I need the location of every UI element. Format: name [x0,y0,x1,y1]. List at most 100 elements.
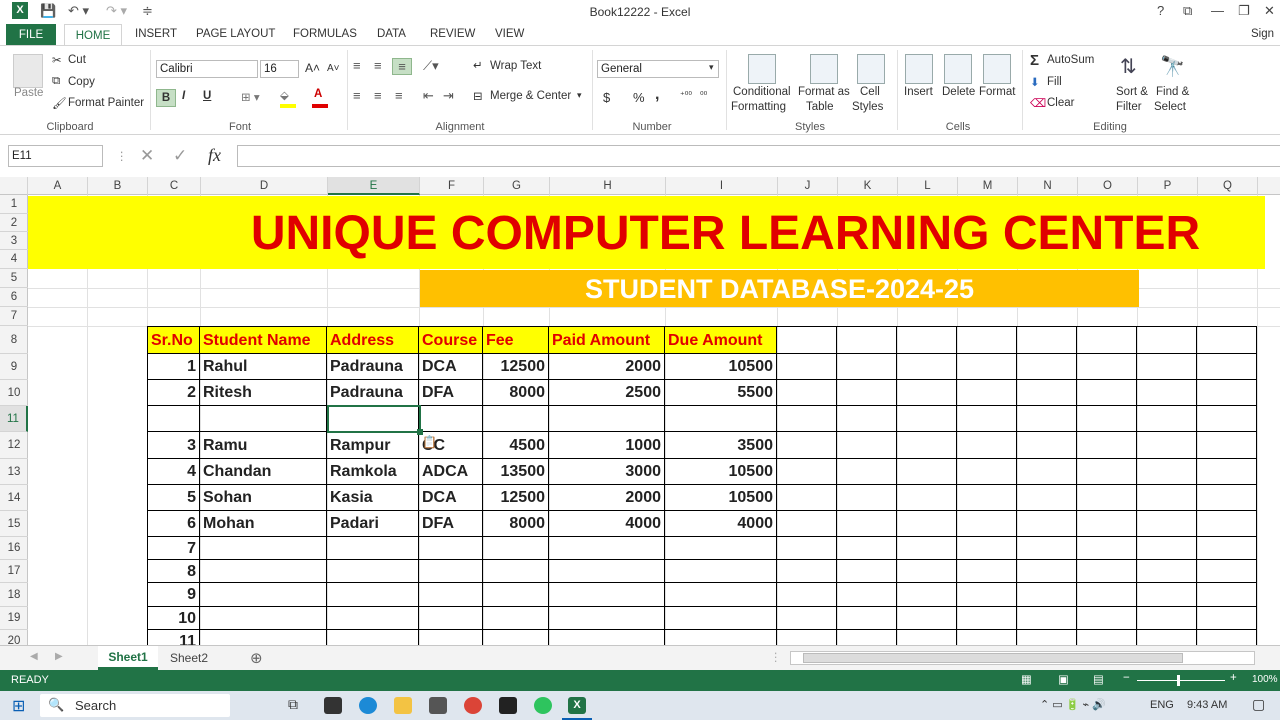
table-cell[interactable] [483,630,549,645]
formula-input[interactable] [237,145,1280,167]
find-select-button[interactable]: Find & [1156,86,1189,98]
cell-styles-button[interactable]: Cell [860,86,880,98]
mail-icon[interactable] [429,697,447,714]
grid-cell[interactable] [777,485,837,511]
borders-icon[interactable]: ⊞ ▾ [241,90,260,104]
table-cell[interactable]: 1 [147,354,200,380]
grid-cell[interactable] [957,560,1017,583]
close-icon[interactable]: ✕ [1264,3,1275,19]
tab-page-layout[interactable]: PAGE LAYOUT [196,28,275,40]
sign-in-link[interactable]: Sign [1251,28,1274,40]
grid-cell[interactable] [837,560,897,583]
merge-center-button[interactable]: Merge & Center [490,90,571,102]
grid-cell[interactable] [837,630,897,645]
delete-cells-icon[interactable] [944,54,972,84]
grid-cell[interactable] [1197,630,1257,645]
grid-cell[interactable] [1137,380,1197,406]
language-indicator[interactable]: ENG [1150,699,1174,711]
table-cell[interactable]: 10500 [665,485,777,511]
column-header[interactable]: J [778,177,838,195]
column-header[interactable]: N [1018,177,1078,195]
grid-cell[interactable] [1077,511,1137,537]
table-cell[interactable] [200,583,327,607]
table-cell[interactable] [419,406,483,432]
table-cell[interactable]: 8 [147,560,200,583]
grid-cell[interactable] [1017,354,1077,380]
grid-cell[interactable] [957,432,1017,459]
row-header[interactable]: 9 [0,354,28,380]
table-cell[interactable]: Padrauna [327,380,419,406]
grid-cell[interactable] [1197,583,1257,607]
comma-button[interactable]: , [655,86,659,104]
grid-cell[interactable] [897,432,957,459]
grid-cell[interactable] [1197,354,1257,380]
table-cell[interactable]: 2500 [549,380,665,406]
grid-cell[interactable] [897,607,957,630]
table-cell[interactable] [665,607,777,630]
table-cell[interactable] [419,607,483,630]
grid-cell[interactable] [777,354,837,380]
table-header-cell[interactable]: Paid Amount [549,326,665,354]
table-cell[interactable] [419,537,483,560]
grid-cell[interactable] [777,630,837,645]
task-view-icon[interactable]: ⧉ [288,696,298,713]
grid-cell[interactable] [1077,537,1137,560]
grid-cell[interactable] [837,354,897,380]
taskbar-search[interactable]: 🔍 Search [40,694,230,717]
sort-filter-button[interactable]: Sort & [1116,86,1148,98]
grid-cell[interactable] [897,560,957,583]
tab-insert[interactable]: INSERT [135,28,177,40]
name-box[interactable]: E11 [8,145,103,167]
row-header[interactable]: 3 [0,232,28,250]
grid-cell[interactable] [1197,511,1257,537]
row-header-selected[interactable]: 11 [0,406,28,432]
tab-view[interactable]: VIEW [495,28,524,40]
format-as-table-icon[interactable] [810,54,838,84]
grid-cell[interactable] [897,380,957,406]
zoom-out-icon[interactable]: − [1123,672,1130,684]
row-header[interactable]: 18 [0,583,28,607]
grid-cell[interactable] [1077,406,1137,432]
table-cell[interactable]: 8000 [483,380,549,406]
row-header[interactable]: 2 [0,214,28,232]
cell-styles-icon[interactable] [857,54,885,84]
orientation-icon[interactable]: ⟋▾ [423,58,439,74]
table-cell[interactable]: 2 [147,380,200,406]
grid-cell[interactable] [1137,354,1197,380]
grid-cell[interactable] [1077,560,1137,583]
grid-cell[interactable] [777,326,837,354]
grow-font-icon[interactable]: A˄ [305,61,320,75]
restore-icon[interactable]: ❐ [1238,3,1250,19]
format-painter-button[interactable]: Format Painter [68,97,144,109]
edge-icon[interactable] [359,697,377,714]
grid-cell[interactable] [897,406,957,432]
row-header[interactable]: 6 [0,288,28,307]
grid-cell[interactable] [1137,630,1197,645]
align-middle-icon[interactable]: ≡ [374,58,382,73]
table-cell[interactable] [483,560,549,583]
table-cell[interactable]: 8000 [483,511,549,537]
grid-cell[interactable] [777,459,837,485]
grid-cell[interactable] [957,406,1017,432]
tab-file[interactable]: FILE [6,24,56,46]
row-header[interactable]: 13 [0,459,28,485]
grid-cell[interactable] [777,560,837,583]
grid-cell[interactable] [1197,432,1257,459]
format-painter-icon[interactable]: 🖌 [52,96,67,110]
table-cell[interactable]: 3000 [549,459,665,485]
table-cell[interactable] [549,583,665,607]
grid-cell[interactable] [837,432,897,459]
grid-cell[interactable] [837,511,897,537]
table-cell[interactable]: ADCA [419,459,483,485]
grid-cell[interactable] [1137,560,1197,583]
grid-cell[interactable] [1077,432,1137,459]
table-cell[interactable] [419,630,483,645]
table-cell[interactable]: 10500 [665,354,777,380]
table-cell[interactable]: 3500 [665,432,777,459]
grid-cell[interactable] [837,583,897,607]
percent-button[interactable]: % [633,90,645,105]
column-header[interactable]: G [484,177,550,195]
font-name-select[interactable]: Calibri [156,60,258,78]
table-cell[interactable] [419,560,483,583]
row-header[interactable]: 1 [0,195,28,214]
